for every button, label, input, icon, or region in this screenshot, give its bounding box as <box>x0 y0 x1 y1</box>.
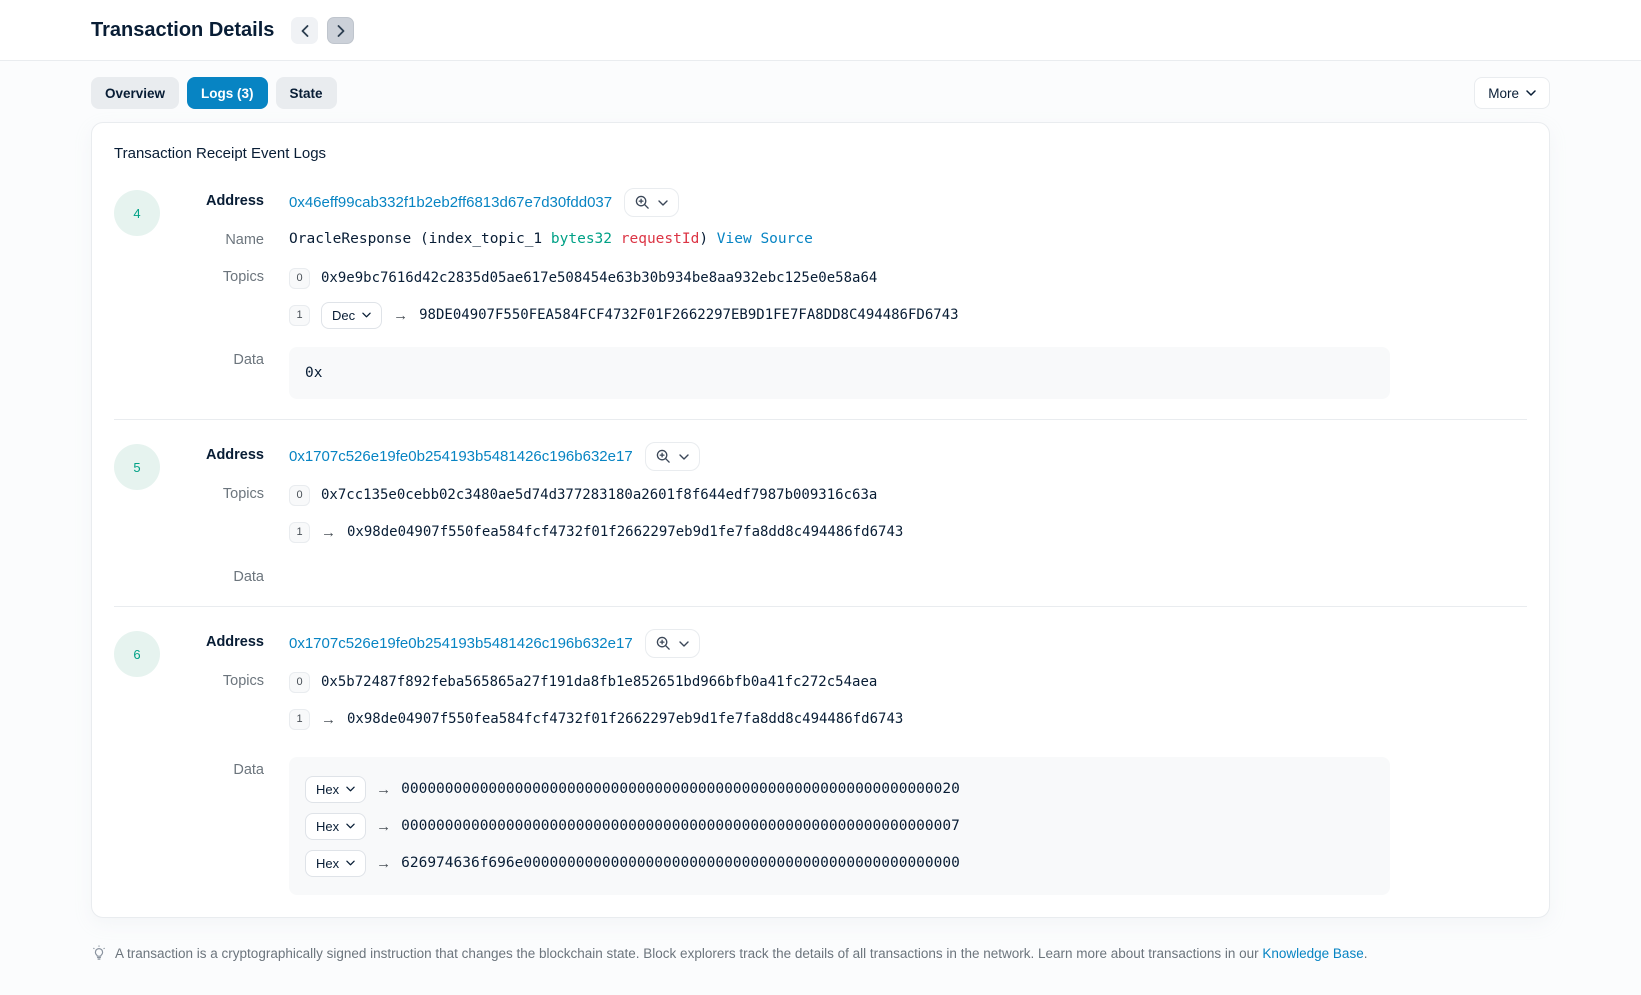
address-label: Address <box>178 442 264 463</box>
data-encoding-select[interactable]: Hex <box>305 813 366 840</box>
topic-row: 0 0x7cc135e0cebb02c3480ae5d74d377283180a… <box>289 481 1527 509</box>
log-data-box: Hex → 0000000000000000000000000000000000… <box>289 757 1390 895</box>
chevron-right-icon <box>337 25 345 37</box>
topic-encoding-select[interactable]: Dec <box>321 302 382 329</box>
footer-text: A transaction is a cryptographically sig… <box>115 944 1367 964</box>
topic-value: 0x98de04907f550fea584fcf4732f01f2662297e… <box>347 711 903 727</box>
chevron-down-icon <box>679 641 689 647</box>
tab-bar: Overview Logs (3) State More <box>91 77 1550 109</box>
topics-label: Topics <box>178 481 264 502</box>
topic-row: 1 Dec → 98DE04907F550FEA584FCF4732F01F26… <box>289 301 1527 329</box>
topic-value: 0x98de04907f550fea584fcf4732f01f2662297e… <box>347 524 903 540</box>
log-data-box: 0x <box>289 347 1390 399</box>
footer-note: A transaction is a cryptographically sig… <box>91 944 1550 964</box>
chevron-down-icon <box>679 454 689 460</box>
arrow-right-icon: → <box>321 524 336 541</box>
data-encoding-select[interactable]: Hex <box>305 776 366 803</box>
knowledge-base-link[interactable]: Knowledge Base <box>1262 946 1363 961</box>
zoom-in-icon <box>656 636 671 651</box>
next-transaction-button[interactable] <box>327 17 354 44</box>
address-inspect-button[interactable] <box>645 629 700 658</box>
arrow-right-icon: → <box>393 307 408 324</box>
name-label: Name <box>178 227 264 248</box>
address-inspect-button[interactable] <box>624 188 679 217</box>
data-encoding-select[interactable]: Hex <box>305 850 366 877</box>
chevron-down-icon <box>346 860 355 866</box>
data-value: 0000000000000000000000000000000000000000… <box>401 781 960 797</box>
zoom-in-icon <box>656 449 671 464</box>
tab-logs[interactable]: Logs (3) <box>187 77 268 109</box>
topics-label: Topics <box>178 668 264 689</box>
event-logs-card: Transaction Receipt Event Logs 4 Address… <box>91 122 1550 918</box>
prev-transaction-button[interactable] <box>291 17 318 44</box>
page-header: Transaction Details <box>0 0 1641 60</box>
data-row: Hex → 0000000000000000000000000000000000… <box>305 811 1374 841</box>
tab-state[interactable]: State <box>276 77 337 109</box>
topic-row: 0 0x9e9bc7616d42c2835d05ae617e508454e63b… <box>289 264 1527 292</box>
tab-overview[interactable]: Overview <box>91 77 179 109</box>
log-address-link[interactable]: 0x1707c526e19fe0b254193b5481426c196b632e… <box>289 635 633 652</box>
log-index-badge: 6 <box>114 631 160 677</box>
chevron-down-icon <box>362 312 371 318</box>
topic-index-badge: 0 <box>289 268 310 289</box>
log-entry: 6 Address 0x1707c526e19fe0b254193b548142… <box>114 629 1527 895</box>
data-label: Data <box>178 564 264 585</box>
address-label: Address <box>178 188 264 209</box>
page-title: Transaction Details <box>91 19 274 42</box>
topic-index-badge: 1 <box>289 305 310 326</box>
arrow-right-icon: → <box>376 818 391 835</box>
data-value: 0000000000000000000000000000000000000000… <box>401 818 960 834</box>
chevron-left-icon <box>301 25 309 37</box>
arrow-right-icon: → <box>376 855 391 872</box>
topic-value: 0x7cc135e0cebb02c3480ae5d74d377283180a26… <box>321 487 877 503</box>
log-index-badge: 5 <box>114 444 160 490</box>
data-label: Data <box>178 757 264 778</box>
card-heading: Transaction Receipt Event Logs <box>114 145 1527 162</box>
param-name: requestId <box>621 231 700 247</box>
topic-row: 1 → 0x98de04907f550fea584fcf4732f01f2662… <box>289 518 1527 546</box>
log-entry: 4 Address 0x46eff99cab332f1b2eb2ff6813d6… <box>114 188 1527 399</box>
topic-index-badge: 1 <box>289 709 310 730</box>
data-row: Hex → 626974636f696e00000000000000000000… <box>305 848 1374 878</box>
log-entry: 5 Address 0x1707c526e19fe0b254193b548142… <box>114 442 1527 586</box>
param-type: bytes32 <box>551 231 612 247</box>
chevron-down-icon <box>658 200 668 206</box>
address-inspect-button[interactable] <box>645 442 700 471</box>
log-divider <box>114 419 1527 420</box>
data-value: 0x <box>305 365 322 381</box>
log-data-empty <box>289 564 1527 586</box>
topic-row: 1 → 0x98de04907f550fea584fcf4732f01f2662… <box>289 705 1527 733</box>
more-dropdown-button[interactable]: More <box>1474 77 1550 109</box>
arrow-right-icon: → <box>376 781 391 798</box>
header-divider <box>0 60 1641 61</box>
event-signature: OracleResponse (index_topic_1 bytes32 re… <box>289 227 1527 247</box>
data-row: Hex → 0000000000000000000000000000000000… <box>305 774 1374 804</box>
topics-label: Topics <box>178 264 264 285</box>
address-label: Address <box>178 629 264 650</box>
topic-value: 0x5b72487f892feba565865a27f191da8fb1e852… <box>321 674 877 690</box>
arrow-right-icon: → <box>321 711 336 728</box>
topic-value: 98DE04907F550FEA584FCF4732F01F2662297EB9… <box>419 307 958 323</box>
log-divider <box>114 606 1527 607</box>
topic-row: 0 0x5b72487f892feba565865a27f191da8fb1e8… <box>289 668 1527 696</box>
topic-index-badge: 0 <box>289 485 310 506</box>
log-address-link[interactable]: 0x46eff99cab332f1b2eb2ff6813d67e7d30fdd0… <box>289 194 612 211</box>
data-value: 626974636f696e00000000000000000000000000… <box>401 855 960 871</box>
view-source-link[interactable]: View Source <box>717 231 813 247</box>
log-address-link[interactable]: 0x1707c526e19fe0b254193b5481426c196b632e… <box>289 448 633 465</box>
chevron-down-icon <box>346 786 355 792</box>
chevron-down-icon <box>346 823 355 829</box>
topic-index-badge: 0 <box>289 672 310 693</box>
chevron-down-icon <box>1526 90 1536 96</box>
topic-index-badge: 1 <box>289 522 310 543</box>
zoom-in-icon <box>635 195 650 210</box>
data-label: Data <box>178 347 264 368</box>
topic-value: 0x9e9bc7616d42c2835d05ae617e508454e63b30… <box>321 270 877 286</box>
log-index-badge: 4 <box>114 190 160 236</box>
lightbulb-icon <box>91 945 107 961</box>
